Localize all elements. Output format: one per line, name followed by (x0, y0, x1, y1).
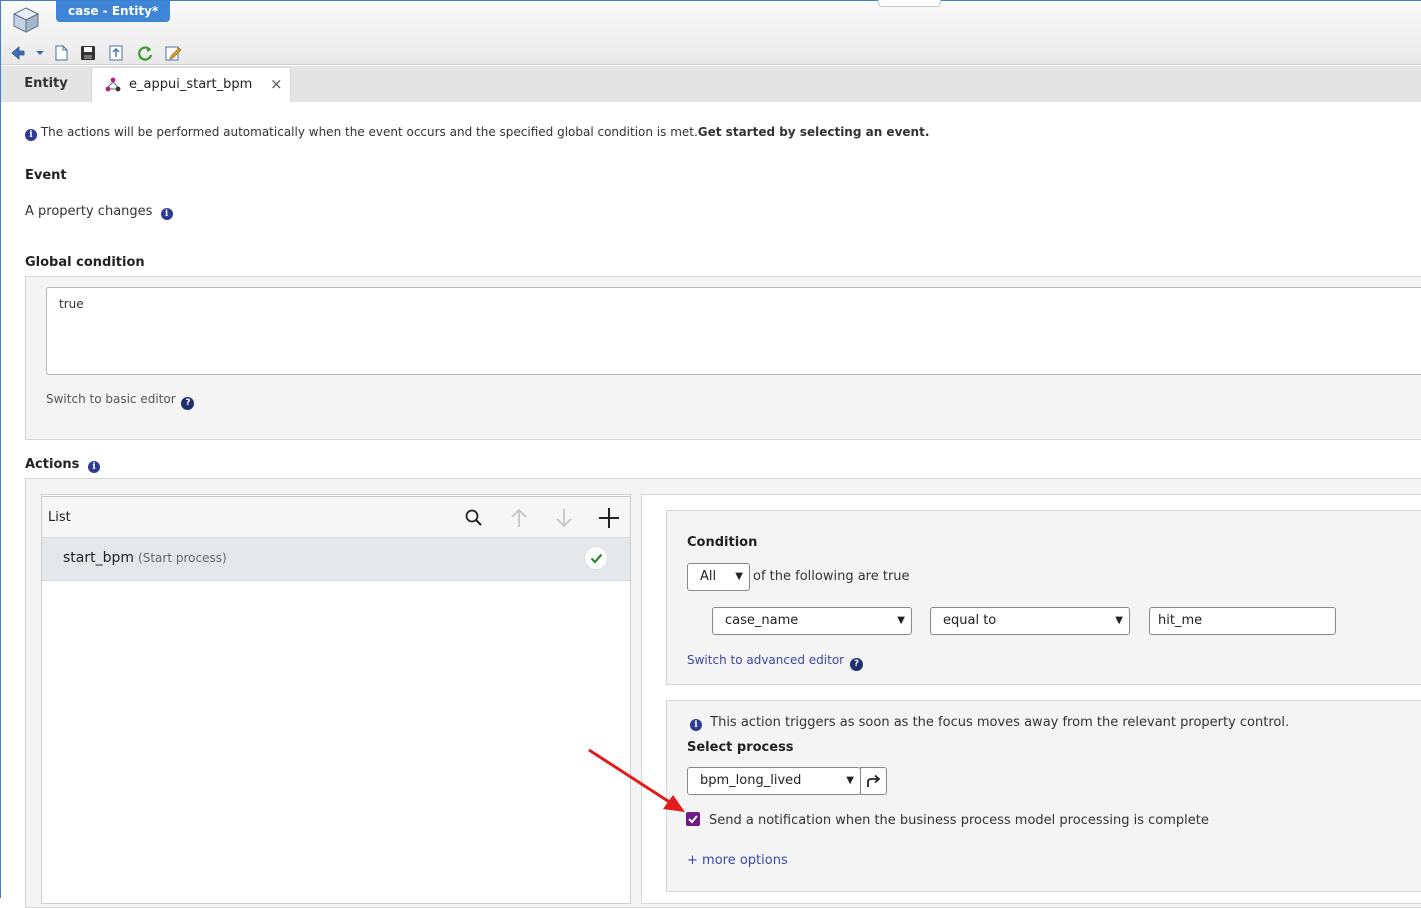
checkmark-icon (590, 553, 603, 564)
switch-label: Switch to basic editor (46, 392, 176, 406)
more-options-link[interactable]: + more options (687, 853, 788, 868)
info-message: i The actions will be performed automati… (25, 125, 929, 141)
redirect-arrow-icon (867, 774, 881, 787)
new-document-icon[interactable] (52, 44, 70, 62)
event-title: Event (25, 168, 67, 183)
workflow-icon (105, 77, 121, 92)
search-icon[interactable] (461, 505, 487, 531)
process-info: i This action triggers as soon as the fo… (690, 715, 1289, 731)
actions-label: Actions (25, 457, 80, 472)
global-condition-expression: true (59, 297, 84, 311)
notify-label[interactable]: Send a notification when the business pr… (709, 813, 1209, 828)
operator-select[interactable]: equal to ▼ (930, 607, 1130, 635)
event-value: A property changes i (25, 204, 173, 220)
export-icon[interactable] (107, 44, 125, 62)
condition-suffix: of the following are true (753, 569, 910, 584)
action-name: start_bpm (Start process) (63, 550, 227, 566)
edit-icon[interactable] (164, 44, 182, 62)
property-value: case_name (725, 613, 799, 628)
process-select[interactable]: bpm_long_lived ▼ (687, 767, 861, 795)
title-bar (1, 1, 1421, 65)
move-down-icon[interactable] (551, 505, 577, 531)
top-handle[interactable] (878, 0, 941, 7)
info-text: The actions will be performed automatica… (40, 125, 698, 139)
move-up-icon[interactable] (506, 505, 532, 531)
global-condition-editor[interactable]: true (46, 287, 1421, 375)
valid-check-badge (584, 546, 608, 570)
cube-icon (12, 7, 40, 33)
add-icon[interactable] (596, 505, 622, 531)
close-icon[interactable]: × (270, 75, 283, 93)
chevron-down-icon: ▼ (846, 775, 854, 786)
tab-label: e_appui_start_bpm (129, 77, 253, 92)
chevron-down-icon: ▼ (1115, 615, 1123, 626)
quantifier-select[interactable]: All ▼ (687, 563, 750, 591)
info-text-bold: Get started by selecting an event. (697, 125, 930, 139)
actions-title: Actions i (25, 457, 100, 473)
info-icon: i (690, 719, 702, 731)
document-tab[interactable]: case - Entity* (56, 1, 171, 22)
event-label: A property changes (25, 204, 153, 219)
refresh-icon[interactable] (136, 44, 154, 62)
action-name-text: start_bpm (63, 550, 135, 566)
condition-value-input[interactable]: hit_me (1149, 607, 1336, 635)
info-icon: i (25, 129, 37, 141)
tab-entity[interactable]: Entity (1, 66, 91, 102)
list-item[interactable]: start_bpm (Start process) (42, 538, 630, 581)
back-icon[interactable] (9, 44, 27, 62)
chevron-down-icon: ▼ (735, 571, 743, 582)
open-process-button[interactable] (860, 767, 887, 795)
info-icon[interactable]: i (160, 208, 173, 220)
help-icon[interactable]: ? (849, 658, 863, 671)
global-condition-title: Global condition (25, 255, 145, 270)
window-frame-left (0, 0, 1, 898)
tab-e-appui-start-bpm[interactable]: e_appui_start_bpm × (91, 67, 291, 102)
switch-label: Switch to advanced editor (687, 653, 845, 667)
switch-to-basic-editor-link[interactable]: Switch to basic editor ? (46, 392, 195, 410)
list-header: List (42, 496, 630, 538)
save-icon[interactable] (79, 44, 97, 62)
operator-value: equal to (943, 613, 997, 628)
info-icon[interactable]: i (87, 461, 100, 473)
condition-title: Condition (687, 535, 758, 550)
window-frame-top (0, 0, 1421, 1)
property-select[interactable]: case_name ▼ (712, 607, 912, 635)
chevron-down-icon: ▼ (897, 615, 905, 626)
process-value: bpm_long_lived (700, 773, 802, 788)
chevron-down-icon[interactable] (31, 44, 49, 62)
help-icon[interactable]: ? (181, 397, 195, 410)
list-title: List (48, 510, 71, 525)
action-type: (Start process) (138, 551, 227, 565)
annotation-arrow-icon (588, 748, 685, 812)
process-info-text: This action triggers as soon as the focu… (710, 715, 1290, 730)
switch-to-advanced-editor-link[interactable]: Switch to advanced editor ? (687, 653, 863, 671)
quantifier-value: All (700, 569, 717, 584)
